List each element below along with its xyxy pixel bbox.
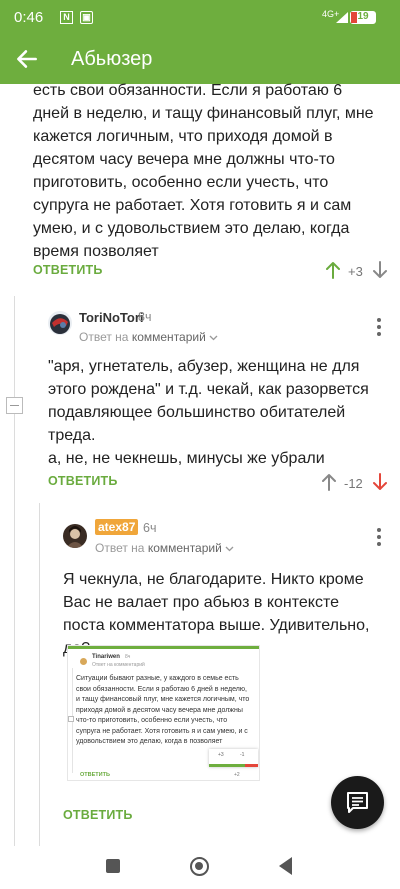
embed-reply-to: Ответ на комментарий: [92, 662, 145, 668]
avatar: [80, 658, 87, 665]
comment-time: 6ч: [143, 521, 157, 535]
embed-popup-plus: +3: [218, 752, 224, 758]
embed-vote-popup: +3 -1: [209, 749, 258, 767]
username[interactable]: atex87: [95, 519, 139, 535]
embed-reply-label: ОТВЕТИТЬ: [80, 772, 110, 778]
upvote-icon[interactable]: [322, 473, 336, 491]
thread-line-nested: [39, 503, 40, 846]
more-vertical-icon[interactable]: [376, 528, 382, 549]
back-triangle-icon[interactable]: [279, 857, 292, 875]
embed-minus-bar: [245, 764, 258, 767]
reply-button[interactable]: ОТВЕТИТЬ: [48, 474, 118, 488]
reply-to-label[interactable]: Ответ на комментарий: [79, 330, 218, 344]
embed-collapse-box: [68, 716, 74, 722]
embed-time: 8ч: [125, 654, 131, 660]
app-bar: Абьюзер: [0, 36, 400, 84]
nfc-icon: N: [60, 11, 73, 24]
parent-score: +3: [348, 264, 363, 279]
comment-time: 8ч: [138, 310, 152, 324]
chevron-down-icon: [225, 546, 234, 552]
embedded-screenshot[interactable]: Tinariwen 8ч Ответ на комментарий Ситуац…: [67, 645, 260, 781]
battery-level: 19: [357, 11, 369, 22]
embed-appbar: [68, 646, 259, 649]
gallery-icon: ▣: [80, 11, 93, 24]
signal-icon: [336, 12, 348, 23]
parent-comment-text: есть свои обязанности. Если я работаю 6 …: [33, 82, 374, 260]
reply-to-label[interactable]: Ответ на комментарий: [95, 541, 234, 555]
comment-score: -12: [344, 476, 363, 491]
embed-comment-text: Ситуации бывают разные, у каждого в семь…: [76, 675, 250, 745]
battery-icon: 19: [350, 11, 376, 24]
recents-icon[interactable]: [106, 859, 120, 873]
thread-line: [14, 296, 15, 846]
collapse-thread-button[interactable]: [6, 397, 23, 414]
status-bar: 0:46 N ▣ 4G+ 19: [0, 0, 400, 36]
embed-score: +2: [234, 772, 240, 778]
downvote-icon[interactable]: [373, 261, 387, 279]
arrow-left-icon[interactable]: [14, 46, 40, 72]
reply-button[interactable]: ОТВЕТИТЬ: [63, 808, 133, 822]
status-time: 0:46: [14, 9, 44, 26]
avatar[interactable]: [48, 311, 72, 335]
parent-reply-button[interactable]: ОТВЕТИТЬ: [33, 263, 103, 277]
more-vertical-icon[interactable]: [376, 318, 382, 339]
home-icon[interactable]: [190, 857, 209, 876]
embed-username: Tinariwen: [92, 654, 120, 660]
page-title: Абьюзер: [71, 48, 153, 70]
embed-popup-minus: -1: [240, 752, 245, 758]
upvote-icon[interactable]: [326, 261, 340, 279]
comment-text: "аря, угнетатель, абузер, женщина не для…: [48, 358, 369, 467]
comment-icon: [347, 792, 368, 813]
embed-plus-bar: [209, 764, 245, 767]
avatar[interactable]: [63, 524, 87, 548]
chevron-down-icon: [209, 335, 218, 341]
system-nav-bar: [0, 846, 400, 889]
username[interactable]: ToriNoTori: [79, 310, 144, 325]
downvote-icon[interactable]: [373, 473, 387, 491]
comment-fab-button[interactable]: [331, 776, 384, 829]
